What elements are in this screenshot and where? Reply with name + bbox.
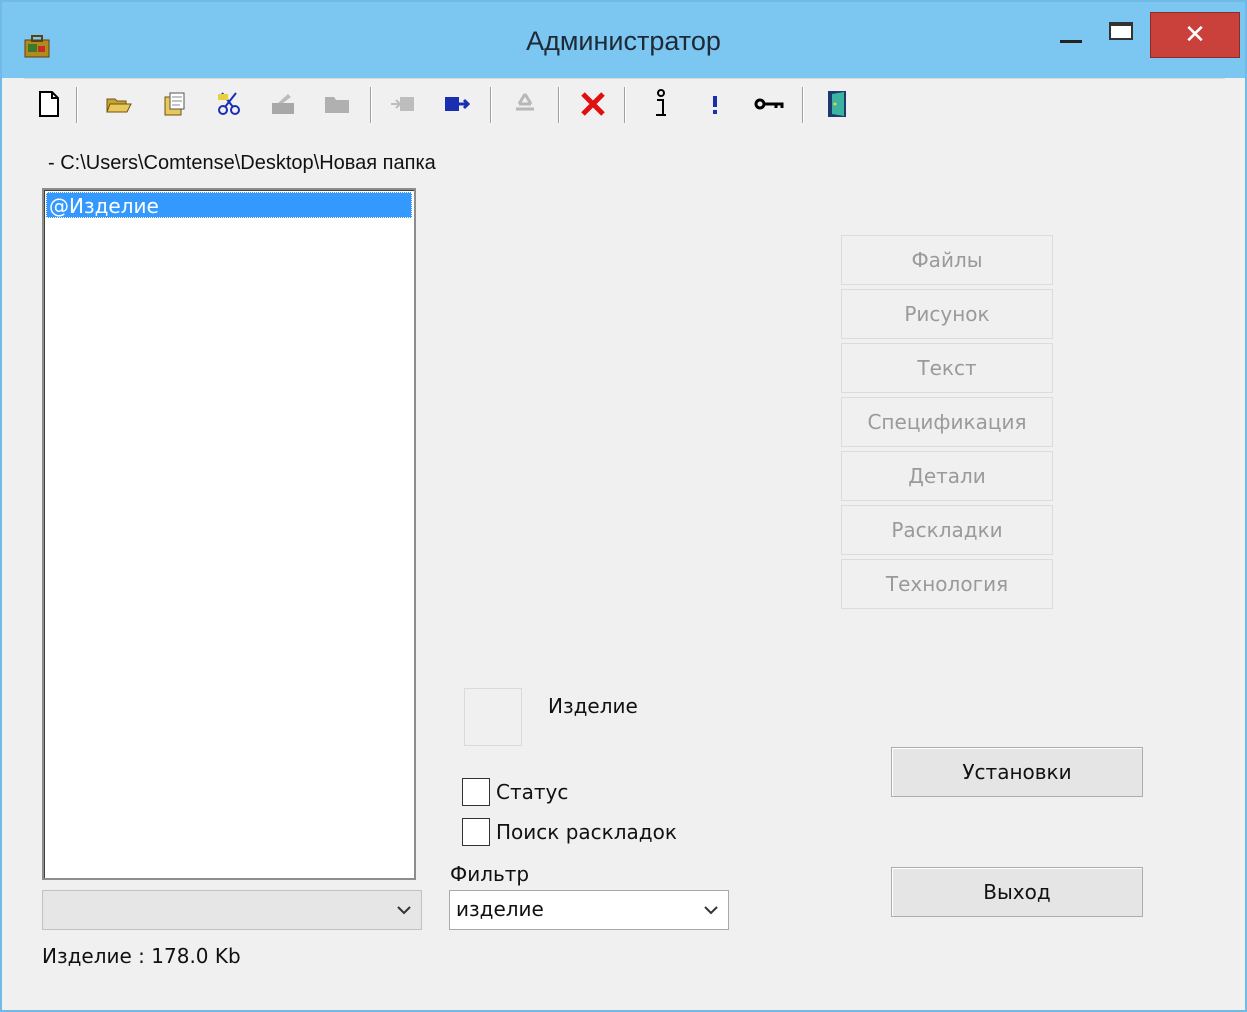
technology-button[interactable]: Технология xyxy=(841,559,1053,609)
open-folder-icon xyxy=(106,98,132,113)
new-document-icon xyxy=(39,91,59,117)
status-checkbox[interactable] xyxy=(462,778,490,806)
move-left-icon xyxy=(391,97,414,111)
details-button[interactable]: Детали xyxy=(841,451,1053,501)
toolbar-separator xyxy=(558,87,560,123)
paste-button[interactable] xyxy=(268,87,298,121)
close-button[interactable]: ✕ xyxy=(1150,12,1240,58)
toolbar xyxy=(24,78,1225,129)
drawing-button[interactable]: Рисунок xyxy=(841,289,1053,339)
cut-button[interactable] xyxy=(214,87,244,121)
folder-button[interactable] xyxy=(322,87,352,121)
main-window: Администратор ✕ - C:\Users\Comtense\Desk… xyxy=(0,0,1247,1012)
exit-button[interactable]: Выход xyxy=(891,867,1143,917)
minimize-icon xyxy=(1060,39,1082,43)
filter-combo[interactable]: изделие xyxy=(449,890,729,930)
status-checkbox-label[interactable]: Статус xyxy=(496,780,568,804)
move-right-icon xyxy=(445,97,470,111)
filter-combo-value: изделие xyxy=(456,897,544,921)
cut-icon xyxy=(218,92,240,115)
alert-button[interactable] xyxy=(700,87,730,121)
delete-button[interactable] xyxy=(578,87,608,121)
item-preview xyxy=(464,688,522,746)
folder-icon xyxy=(325,97,349,113)
current-path: - C:\Users\Comtense\Desktop\Новая папка xyxy=(48,152,436,174)
paste-icon xyxy=(272,94,294,114)
list-item[interactable]: @Изделие xyxy=(46,192,412,218)
size-label: Изделие : 178.0 Kb xyxy=(42,944,241,968)
exit-door-icon xyxy=(828,91,846,117)
close-icon: ✕ xyxy=(1184,20,1206,50)
toolbar-separator xyxy=(490,87,492,123)
exclamation-icon xyxy=(713,96,717,114)
info-icon xyxy=(656,89,666,116)
specification-button[interactable]: Спецификация xyxy=(841,397,1053,447)
files-button[interactable]: Файлы xyxy=(841,235,1053,285)
title-bar[interactable]: Администратор ✕ xyxy=(2,2,1245,78)
chevron-down-icon xyxy=(704,906,718,915)
maximize-icon xyxy=(1109,22,1133,40)
key-button[interactable] xyxy=(754,87,784,121)
toolbar-separator xyxy=(802,87,804,123)
recycle-button[interactable] xyxy=(510,87,540,121)
key-icon xyxy=(754,98,784,110)
toolbar-separator xyxy=(624,87,626,123)
maximize-button[interactable] xyxy=(1098,12,1144,50)
search-layouts-checkbox[interactable] xyxy=(462,818,490,846)
new-document-button[interactable] xyxy=(34,87,64,121)
copy-folder-icon xyxy=(164,92,185,116)
toolbar-separator xyxy=(370,87,372,123)
move-left-button[interactable] xyxy=(388,87,418,121)
item-name-label: Изделие xyxy=(548,694,638,718)
settings-button[interactable]: Установки xyxy=(891,747,1143,797)
info-button[interactable] xyxy=(646,87,676,121)
chevron-down-icon xyxy=(397,906,411,915)
text-button[interactable]: Текст xyxy=(841,343,1053,393)
filter-label: Фильтр xyxy=(450,862,530,886)
items-listbox[interactable]: @Изделие xyxy=(42,188,416,880)
delete-icon xyxy=(581,92,605,116)
move-right-button[interactable] xyxy=(442,87,472,121)
search-layouts-checkbox-label[interactable]: Поиск раскладок xyxy=(496,820,677,844)
open-button[interactable] xyxy=(104,87,134,121)
minimize-button[interactable] xyxy=(1048,12,1094,50)
toolbar-separator xyxy=(76,87,78,123)
left-combo[interactable] xyxy=(42,890,422,930)
copy-button[interactable] xyxy=(160,87,190,121)
recycle-icon xyxy=(516,93,534,111)
layouts-button[interactable]: Раскладки xyxy=(841,505,1053,555)
exit-toolbar-button[interactable] xyxy=(822,87,852,121)
